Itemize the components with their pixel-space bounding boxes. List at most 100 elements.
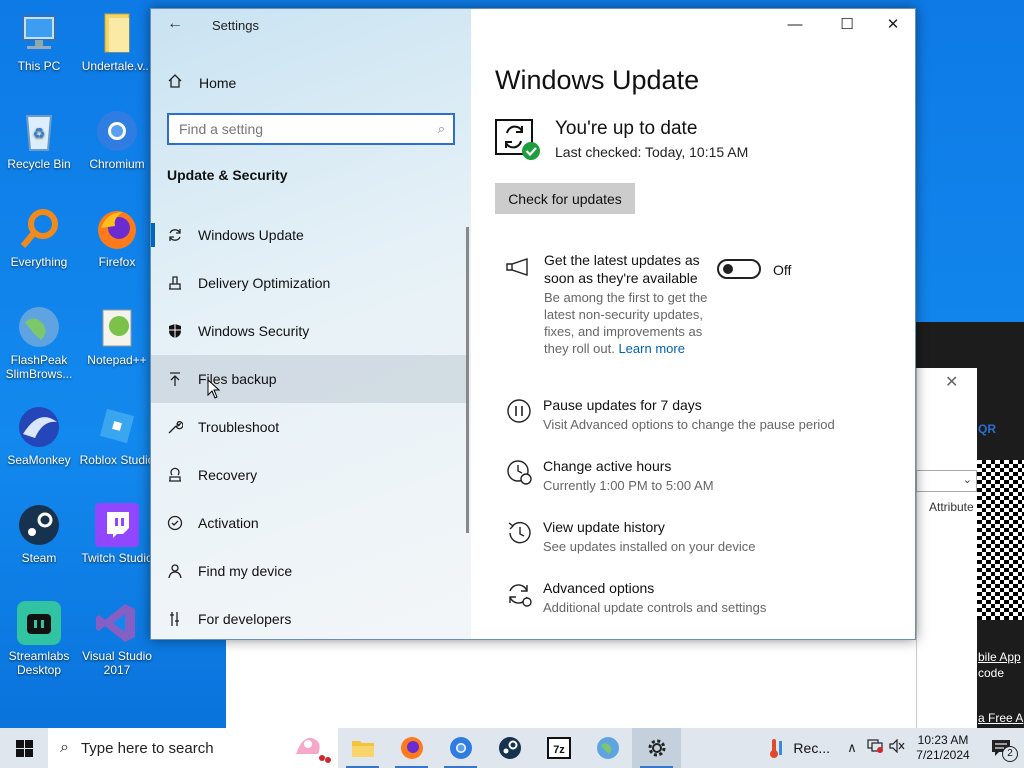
close-icon[interactable]: ✕ <box>945 372 958 392</box>
nav-item-windows-security[interactable]: Windows Security <box>151 307 469 355</box>
upload-icon <box>167 369 198 389</box>
desktop-icon-this-pc[interactable]: This PC <box>0 10 78 73</box>
desktop-icon-notepadpp[interactable]: Notepad++ <box>78 304 156 367</box>
network-icon[interactable] <box>864 738 886 758</box>
volume-muted-icon[interactable] <box>886 738 908 758</box>
taskbar-running-app[interactable]: Rec... <box>757 728 840 768</box>
nav-item-activation[interactable]: Activation <box>151 499 469 547</box>
desktop-icon-twitch-studio[interactable]: Twitch Studio <box>78 502 156 565</box>
option-sub: Visit Advanced options to change the pau… <box>543 417 835 432</box>
code-text: code <box>978 666 1005 680</box>
notepad-icon <box>102 309 132 347</box>
desktop-icon-label: Streamlabs Desktop <box>8 649 70 677</box>
taskbar-app-chromium[interactable] <box>436 728 485 768</box>
sidebar-scrollbar[interactable] <box>466 227 469 533</box>
nav-item-label: Delivery Optimization <box>198 275 331 291</box>
thermometer-icon <box>770 739 783 758</box>
magnifier-icon <box>20 209 58 248</box>
search-input[interactable] <box>179 121 419 137</box>
desktop-icon-everything[interactable]: Everything <box>0 206 78 269</box>
search-highlight-icon <box>296 737 331 763</box>
option-sub: Additional update controls and settings <box>543 600 767 615</box>
advanced-sync-icon <box>509 584 532 607</box>
maximize-icon[interactable]: ☐ <box>825 13 869 37</box>
settings-search[interactable]: ⌕ <box>167 113 455 145</box>
taskbar-app-firefox[interactable] <box>387 728 436 768</box>
nav-item-delivery-optimization[interactable]: Delivery Optimization <box>151 259 469 307</box>
chevron-up-icon[interactable]: ∧ <box>840 740 864 756</box>
history-icon <box>508 521 531 544</box>
nav-item-label: Windows Security <box>198 323 310 339</box>
notification-center-button[interactable]: 2 <box>978 728 1024 768</box>
close-window-icon[interactable]: ✕ <box>871 13 915 37</box>
desktop-icon-undertale[interactable]: Undertale.v... <box>78 10 156 73</box>
seamonkey-icon <box>19 407 59 447</box>
folder-icon <box>351 741 374 757</box>
taskbar: ⌕ Type here to search 7z Rec... ∧ 10:23 … <box>0 728 1024 768</box>
qr-label: QR <box>978 422 996 436</box>
desktop-icon-streamlabs[interactable]: Streamlabs Desktop <box>0 600 78 677</box>
taskbar-clock[interactable]: 10:23 AM 7/21/2024 <box>908 733 978 763</box>
globe-icon <box>596 737 619 759</box>
nav-item-recovery[interactable]: Recovery <box>151 451 469 499</box>
option-sub: See updates installed on your device <box>543 539 756 554</box>
minimize-icon[interactable]: — <box>773 13 817 37</box>
system-tray: Rec... ∧ 10:23 AM 7/21/2024 2 <box>757 728 1024 768</box>
settings-nav: Windows Update Delivery Optimization Win… <box>151 211 469 643</box>
nav-item-troubleshoot[interactable]: Troubleshoot <box>151 403 469 451</box>
qr-code <box>977 460 1024 620</box>
nav-item-for-developers[interactable]: For developers <box>151 595 469 643</box>
background-popup[interactable] <box>916 368 977 728</box>
home-icon <box>167 73 199 94</box>
desktop-icon-recycle-bin[interactable]: ♻ Recycle Bin <box>0 108 78 171</box>
nav-item-windows-update[interactable]: Windows Update <box>151 211 469 259</box>
taskbar-app-file-explorer[interactable] <box>338 728 387 768</box>
taskbar-app-7zip[interactable]: 7z <box>534 728 583 768</box>
taskbar-search-placeholder: Type here to search <box>80 739 214 757</box>
learn-more-link[interactable]: Learn more <box>618 341 684 356</box>
status-title: You're up to date <box>555 118 698 139</box>
svg-text:7z: 7z <box>553 744 565 756</box>
nav-item-files-backup[interactable]: Files backup <box>151 355 469 403</box>
search-icon: ⌕ <box>437 121 445 136</box>
desktop-icon-seamonkey[interactable]: SeaMonkey <box>0 404 78 467</box>
steam-icon <box>19 505 59 545</box>
desktop-icon-firefox[interactable]: Firefox <box>78 206 156 269</box>
folder-icon <box>104 13 130 53</box>
page-title: Windows Update <box>495 65 700 95</box>
clock-time: 10:23 AM <box>917 733 969 747</box>
mobile-app-link[interactable]: bile App <box>978 650 1021 664</box>
latest-updates-toggle[interactable] <box>717 259 761 279</box>
home-link[interactable]: Home <box>167 71 457 95</box>
firefox-icon <box>400 737 423 759</box>
home-label: Home <box>199 75 237 91</box>
check-for-updates-button[interactable]: Check for updates <box>495 183 635 214</box>
taskbar-app-settings[interactable] <box>632 728 681 768</box>
notification-count-badge: 2 <box>1002 746 1018 762</box>
twitch-icon <box>95 503 139 547</box>
window-title: Settings <box>212 18 259 33</box>
background-dropdown[interactable]: ⌄ <box>916 470 977 492</box>
chromium-icon <box>97 111 137 151</box>
desktop-icon-steam[interactable]: Steam <box>0 502 78 565</box>
nav-item-label: Recovery <box>198 467 258 483</box>
delivery-icon <box>167 273 198 293</box>
desktop-icon-roblox-studio[interactable]: Roblox Studio <box>78 404 156 467</box>
free-link[interactable]: a Free A <box>978 711 1023 725</box>
settings-sidebar: ← Settings Home ⌕ Update & Security Wind… <box>151 9 471 639</box>
taskbar-app-steam[interactable] <box>485 728 534 768</box>
desktop-icon-visual-studio[interactable]: Visual Studio 2017 <box>78 600 156 677</box>
nav-item-label: Troubleshoot <box>198 419 280 435</box>
taskbar-app-slimbrowser[interactable] <box>583 728 632 768</box>
desktop-icon-chromium[interactable]: Chromium <box>78 108 156 171</box>
desktop-icon-slimbrowser[interactable]: FlashPeak SlimBrows... <box>0 304 78 381</box>
back-arrow-icon[interactable]: ← <box>163 15 187 37</box>
desktop-icon-label: Roblox Studio <box>79 453 155 467</box>
computer-icon <box>22 15 56 49</box>
settings-content: — ☐ ✕ Windows Update You're up to date L… <box>471 9 915 639</box>
nav-item-find-my-device[interactable]: Find my device <box>151 547 469 595</box>
pause-icon <box>507 399 531 423</box>
person-pin-icon <box>167 561 198 581</box>
start-button[interactable] <box>0 728 48 768</box>
taskbar-search[interactable]: ⌕ Type here to search <box>48 728 338 768</box>
